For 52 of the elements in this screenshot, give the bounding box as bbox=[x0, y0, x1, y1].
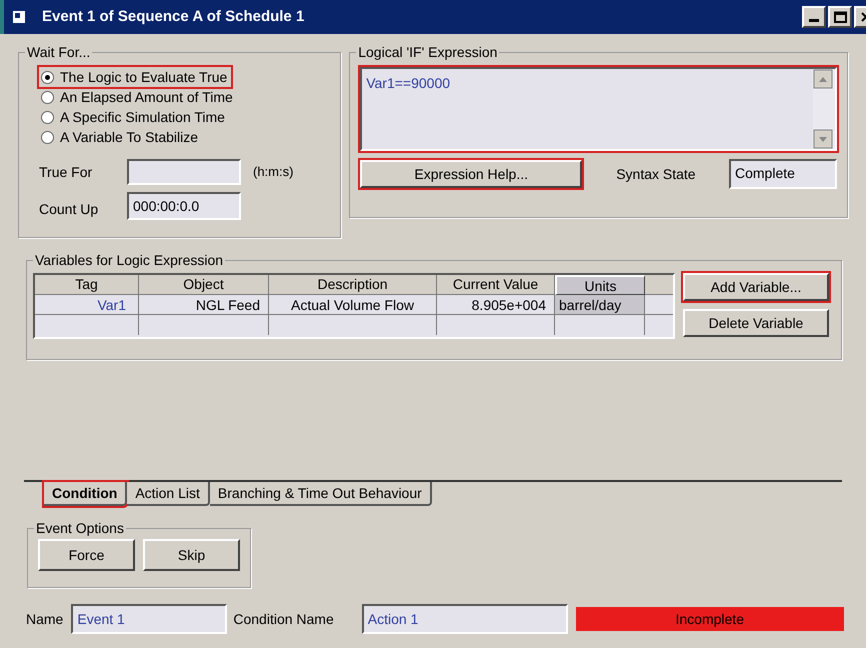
condition-name-field[interactable]: Action 1 bbox=[362, 604, 568, 634]
column-header[interactable]: Object bbox=[139, 275, 269, 295]
radio-option[interactable]: A Specific Simulation Time bbox=[39, 107, 229, 127]
units-label: (h:m:s) bbox=[253, 163, 294, 182]
column-header[interactable]: Units bbox=[555, 275, 645, 295]
add-variable-button[interactable]: Add Variable... bbox=[683, 273, 829, 301]
tab[interactable]: Action List bbox=[127, 482, 210, 506]
expression-field[interactable]: Var1==90000 bbox=[360, 67, 837, 151]
radio-option[interactable]: The Logic to Evaluate True bbox=[39, 67, 232, 87]
delete-variable-button[interactable]: Delete Variable bbox=[683, 309, 829, 337]
scrollbar[interactable] bbox=[813, 69, 835, 149]
syntax-state-label: Syntax State bbox=[616, 164, 696, 184]
field-label: True For bbox=[39, 162, 94, 182]
window-title: Event 1 of Sequence A of Schedule 1 bbox=[42, 6, 304, 27]
field-label: Condition Name bbox=[233, 610, 334, 628]
field-label: Name bbox=[26, 610, 64, 628]
count-up-field[interactable]: 000:00:0.0 bbox=[127, 192, 241, 220]
table-cell: barrel/day bbox=[555, 295, 645, 314]
column-header[interactable]: Current Value bbox=[437, 275, 555, 295]
radio-button[interactable] bbox=[41, 110, 54, 124]
true-for-field[interactable] bbox=[127, 159, 241, 185]
field-label: Count Up bbox=[39, 200, 100, 219]
option-button[interactable]: Skip bbox=[143, 539, 240, 571]
table-cell: Actual Volume Flow bbox=[269, 295, 437, 314]
tab[interactable]: Condition bbox=[44, 482, 128, 506]
tab[interactable]: Branching & Time Out Behaviour bbox=[210, 482, 432, 506]
minimize-icon bbox=[809, 19, 819, 22]
radio-button[interactable] bbox=[41, 70, 54, 84]
expression-text: Var1==90000 bbox=[365, 74, 452, 93]
radio-option[interactable]: An Elapsed Amount of Time bbox=[39, 87, 237, 107]
window-icon bbox=[12, 10, 26, 24]
group-title: Wait For... bbox=[25, 44, 92, 60]
radio-button[interactable] bbox=[41, 130, 54, 144]
expression-help-button[interactable]: Expression Help... bbox=[360, 160, 582, 188]
scroll-down-icon[interactable] bbox=[813, 129, 833, 149]
name-field[interactable]: Event 1 bbox=[71, 604, 228, 634]
scroll-up-icon[interactable] bbox=[813, 69, 833, 89]
maximize-icon bbox=[834, 11, 846, 23]
minimize-button[interactable] bbox=[802, 6, 826, 28]
table-cell: NGL Feed bbox=[139, 295, 269, 314]
column-header[interactable]: Tag bbox=[35, 275, 139, 295]
option-button[interactable]: Force bbox=[38, 539, 135, 571]
radio-button[interactable] bbox=[41, 90, 54, 104]
group-title: Logical 'IF' Expression bbox=[356, 44, 500, 60]
group-title: Event Options bbox=[34, 520, 126, 536]
syntax-state-field: Complete bbox=[729, 159, 837, 189]
status-indicator: Incomplete bbox=[576, 607, 844, 631]
maximize-button[interactable] bbox=[828, 6, 852, 28]
radio-option[interactable]: A Variable To Stabilize bbox=[39, 127, 202, 147]
column-header[interactable]: Description bbox=[269, 275, 437, 295]
table-cell: Var1 bbox=[35, 295, 139, 314]
group-title: Variables for Logic Expression bbox=[33, 252, 226, 268]
